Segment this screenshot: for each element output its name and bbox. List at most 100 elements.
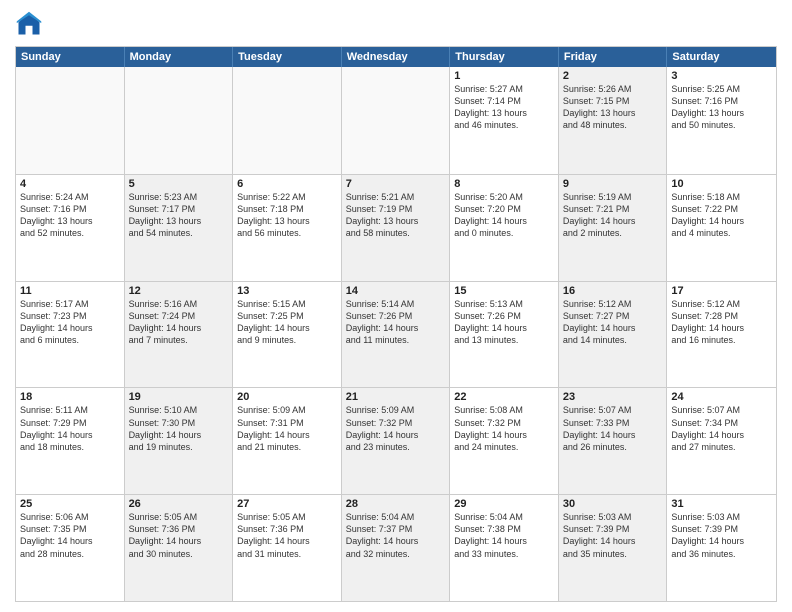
- day-cell-10: 10Sunrise: 5:18 AM Sunset: 7:22 PM Dayli…: [667, 175, 776, 281]
- day-cell-1: 1Sunrise: 5:27 AM Sunset: 7:14 PM Daylig…: [450, 67, 559, 174]
- day-cell-14: 14Sunrise: 5:14 AM Sunset: 7:26 PM Dayli…: [342, 282, 451, 388]
- day-number: 23: [563, 391, 663, 403]
- day-cell-17: 17Sunrise: 5:12 AM Sunset: 7:28 PM Dayli…: [667, 282, 776, 388]
- weekday-header-friday: Friday: [559, 47, 668, 67]
- day-number: 25: [20, 498, 120, 510]
- day-info: Sunrise: 5:09 AM Sunset: 7:32 PM Dayligh…: [346, 404, 446, 453]
- day-info: Sunrise: 5:07 AM Sunset: 7:33 PM Dayligh…: [563, 404, 663, 453]
- day-number: 12: [129, 285, 229, 297]
- empty-cell: [125, 67, 234, 174]
- weekday-header-saturday: Saturday: [667, 47, 776, 67]
- day-cell-21: 21Sunrise: 5:09 AM Sunset: 7:32 PM Dayli…: [342, 388, 451, 494]
- day-info: Sunrise: 5:12 AM Sunset: 7:28 PM Dayligh…: [671, 298, 772, 347]
- calendar-body: 1Sunrise: 5:27 AM Sunset: 7:14 PM Daylig…: [16, 67, 776, 601]
- day-cell-8: 8Sunrise: 5:20 AM Sunset: 7:20 PM Daylig…: [450, 175, 559, 281]
- day-cell-5: 5Sunrise: 5:23 AM Sunset: 7:17 PM Daylig…: [125, 175, 234, 281]
- day-info: Sunrise: 5:16 AM Sunset: 7:24 PM Dayligh…: [129, 298, 229, 347]
- day-number: 22: [454, 391, 554, 403]
- day-number: 31: [671, 498, 772, 510]
- day-info: Sunrise: 5:20 AM Sunset: 7:20 PM Dayligh…: [454, 191, 554, 240]
- day-cell-19: 19Sunrise: 5:10 AM Sunset: 7:30 PM Dayli…: [125, 388, 234, 494]
- calendar-header: SundayMondayTuesdayWednesdayThursdayFrid…: [16, 47, 776, 67]
- day-cell-31: 31Sunrise: 5:03 AM Sunset: 7:39 PM Dayli…: [667, 495, 776, 601]
- day-cell-15: 15Sunrise: 5:13 AM Sunset: 7:26 PM Dayli…: [450, 282, 559, 388]
- day-cell-9: 9Sunrise: 5:19 AM Sunset: 7:21 PM Daylig…: [559, 175, 668, 281]
- day-cell-30: 30Sunrise: 5:03 AM Sunset: 7:39 PM Dayli…: [559, 495, 668, 601]
- day-info: Sunrise: 5:03 AM Sunset: 7:39 PM Dayligh…: [563, 511, 663, 560]
- day-cell-18: 18Sunrise: 5:11 AM Sunset: 7:29 PM Dayli…: [16, 388, 125, 494]
- day-cell-29: 29Sunrise: 5:04 AM Sunset: 7:38 PM Dayli…: [450, 495, 559, 601]
- day-cell-16: 16Sunrise: 5:12 AM Sunset: 7:27 PM Dayli…: [559, 282, 668, 388]
- day-number: 19: [129, 391, 229, 403]
- day-number: 27: [237, 498, 337, 510]
- day-number: 9: [563, 178, 663, 190]
- weekday-header-thursday: Thursday: [450, 47, 559, 67]
- day-cell-27: 27Sunrise: 5:05 AM Sunset: 7:36 PM Dayli…: [233, 495, 342, 601]
- day-info: Sunrise: 5:22 AM Sunset: 7:18 PM Dayligh…: [237, 191, 337, 240]
- header: [15, 10, 777, 38]
- day-cell-3: 3Sunrise: 5:25 AM Sunset: 7:16 PM Daylig…: [667, 67, 776, 174]
- day-info: Sunrise: 5:06 AM Sunset: 7:35 PM Dayligh…: [20, 511, 120, 560]
- page: SundayMondayTuesdayWednesdayThursdayFrid…: [0, 0, 792, 612]
- day-cell-20: 20Sunrise: 5:09 AM Sunset: 7:31 PM Dayli…: [233, 388, 342, 494]
- empty-cell: [233, 67, 342, 174]
- logo-icon: [15, 10, 43, 38]
- day-info: Sunrise: 5:17 AM Sunset: 7:23 PM Dayligh…: [20, 298, 120, 347]
- calendar-week-5: 25Sunrise: 5:06 AM Sunset: 7:35 PM Dayli…: [16, 494, 776, 601]
- day-number: 3: [671, 70, 772, 82]
- day-info: Sunrise: 5:10 AM Sunset: 7:30 PM Dayligh…: [129, 404, 229, 453]
- day-number: 8: [454, 178, 554, 190]
- day-cell-2: 2Sunrise: 5:26 AM Sunset: 7:15 PM Daylig…: [559, 67, 668, 174]
- day-info: Sunrise: 5:13 AM Sunset: 7:26 PM Dayligh…: [454, 298, 554, 347]
- day-cell-6: 6Sunrise: 5:22 AM Sunset: 7:18 PM Daylig…: [233, 175, 342, 281]
- weekday-header-wednesday: Wednesday: [342, 47, 451, 67]
- day-info: Sunrise: 5:26 AM Sunset: 7:15 PM Dayligh…: [563, 83, 663, 132]
- day-cell-13: 13Sunrise: 5:15 AM Sunset: 7:25 PM Dayli…: [233, 282, 342, 388]
- day-number: 24: [671, 391, 772, 403]
- calendar-week-3: 11Sunrise: 5:17 AM Sunset: 7:23 PM Dayli…: [16, 281, 776, 388]
- weekday-header-sunday: Sunday: [16, 47, 125, 67]
- calendar-week-1: 1Sunrise: 5:27 AM Sunset: 7:14 PM Daylig…: [16, 67, 776, 174]
- day-cell-23: 23Sunrise: 5:07 AM Sunset: 7:33 PM Dayli…: [559, 388, 668, 494]
- day-info: Sunrise: 5:03 AM Sunset: 7:39 PM Dayligh…: [671, 511, 772, 560]
- day-cell-24: 24Sunrise: 5:07 AM Sunset: 7:34 PM Dayli…: [667, 388, 776, 494]
- day-cell-28: 28Sunrise: 5:04 AM Sunset: 7:37 PM Dayli…: [342, 495, 451, 601]
- day-number: 18: [20, 391, 120, 403]
- day-info: Sunrise: 5:07 AM Sunset: 7:34 PM Dayligh…: [671, 404, 772, 453]
- day-info: Sunrise: 5:24 AM Sunset: 7:16 PM Dayligh…: [20, 191, 120, 240]
- day-number: 4: [20, 178, 120, 190]
- day-number: 10: [671, 178, 772, 190]
- day-number: 15: [454, 285, 554, 297]
- day-cell-11: 11Sunrise: 5:17 AM Sunset: 7:23 PM Dayli…: [16, 282, 125, 388]
- day-info: Sunrise: 5:19 AM Sunset: 7:21 PM Dayligh…: [563, 191, 663, 240]
- day-info: Sunrise: 5:18 AM Sunset: 7:22 PM Dayligh…: [671, 191, 772, 240]
- weekday-header-monday: Monday: [125, 47, 234, 67]
- day-cell-7: 7Sunrise: 5:21 AM Sunset: 7:19 PM Daylig…: [342, 175, 451, 281]
- day-number: 29: [454, 498, 554, 510]
- day-info: Sunrise: 5:27 AM Sunset: 7:14 PM Dayligh…: [454, 83, 554, 132]
- day-cell-4: 4Sunrise: 5:24 AM Sunset: 7:16 PM Daylig…: [16, 175, 125, 281]
- day-number: 17: [671, 285, 772, 297]
- day-cell-26: 26Sunrise: 5:05 AM Sunset: 7:36 PM Dayli…: [125, 495, 234, 601]
- day-info: Sunrise: 5:04 AM Sunset: 7:37 PM Dayligh…: [346, 511, 446, 560]
- day-number: 1: [454, 70, 554, 82]
- day-info: Sunrise: 5:08 AM Sunset: 7:32 PM Dayligh…: [454, 404, 554, 453]
- calendar-week-2: 4Sunrise: 5:24 AM Sunset: 7:16 PM Daylig…: [16, 174, 776, 281]
- day-info: Sunrise: 5:05 AM Sunset: 7:36 PM Dayligh…: [237, 511, 337, 560]
- day-number: 11: [20, 285, 120, 297]
- day-number: 21: [346, 391, 446, 403]
- day-number: 5: [129, 178, 229, 190]
- day-info: Sunrise: 5:05 AM Sunset: 7:36 PM Dayligh…: [129, 511, 229, 560]
- day-cell-12: 12Sunrise: 5:16 AM Sunset: 7:24 PM Dayli…: [125, 282, 234, 388]
- day-number: 16: [563, 285, 663, 297]
- day-number: 7: [346, 178, 446, 190]
- day-number: 13: [237, 285, 337, 297]
- day-info: Sunrise: 5:04 AM Sunset: 7:38 PM Dayligh…: [454, 511, 554, 560]
- logo: [15, 10, 47, 38]
- day-number: 2: [563, 70, 663, 82]
- weekday-header-tuesday: Tuesday: [233, 47, 342, 67]
- day-info: Sunrise: 5:14 AM Sunset: 7:26 PM Dayligh…: [346, 298, 446, 347]
- day-info: Sunrise: 5:25 AM Sunset: 7:16 PM Dayligh…: [671, 83, 772, 132]
- day-cell-25: 25Sunrise: 5:06 AM Sunset: 7:35 PM Dayli…: [16, 495, 125, 601]
- calendar-week-4: 18Sunrise: 5:11 AM Sunset: 7:29 PM Dayli…: [16, 387, 776, 494]
